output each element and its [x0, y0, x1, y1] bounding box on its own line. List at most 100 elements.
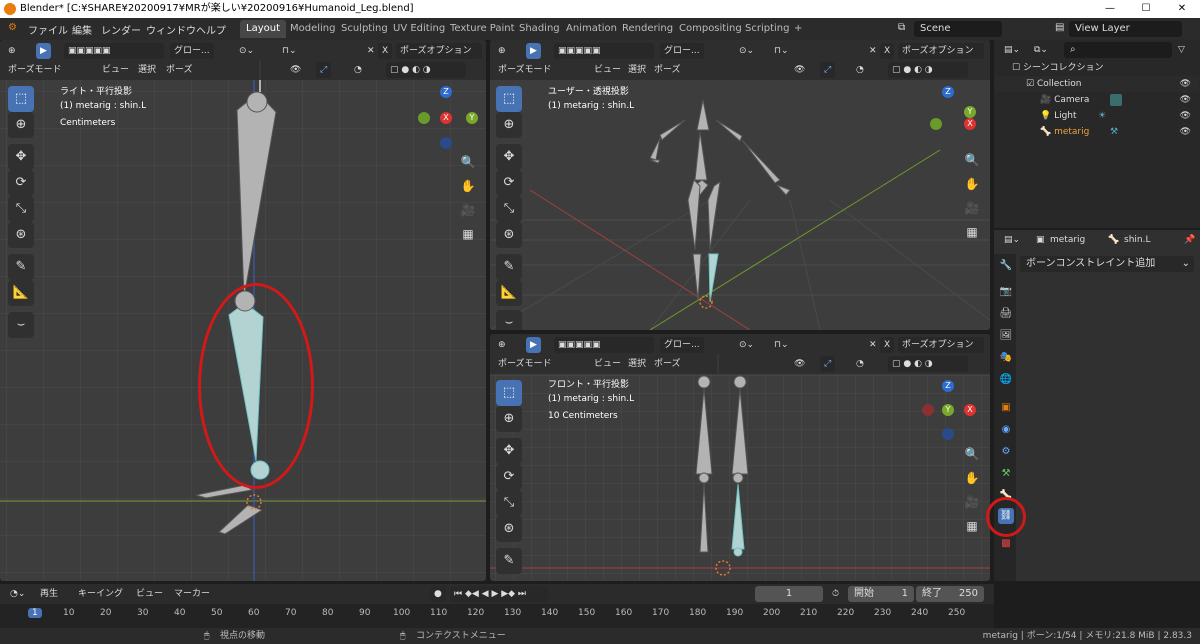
- move-tool[interactable]: ✥: [8, 144, 34, 170]
- select-box-tool[interactable]: ⬚: [8, 86, 34, 112]
- select-box-tool[interactable]: ⬚: [496, 380, 522, 406]
- x-mirror-button[interactable]: X: [880, 43, 895, 59]
- ortho-grid-icon[interactable]: ▦: [458, 224, 478, 244]
- editor-type-icon[interactable]: ⊕: [4, 43, 20, 59]
- editor-type-icon[interactable]: ◔⌄: [6, 586, 29, 602]
- transform-tool[interactable]: ⊛: [8, 222, 34, 248]
- outliner-item-camera[interactable]: 🎥 Camera 👁: [994, 92, 1199, 108]
- x-mirror-button[interactable]: X: [378, 43, 393, 59]
- rotate-tool[interactable]: ⟳: [496, 464, 522, 490]
- gizmo-z-axis[interactable]: Z: [942, 86, 954, 98]
- display-mode-icon[interactable]: ⧉⌄: [1030, 42, 1052, 58]
- zoom-icon[interactable]: 🔍: [962, 444, 982, 464]
- axis-lock-icon[interactable]: ✕: [865, 337, 881, 353]
- mode-dropdown[interactable]: ポーズモード: [4, 62, 66, 78]
- camera-view-icon[interactable]: 🎥: [962, 492, 982, 512]
- tab-animation[interactable]: Animation: [560, 20, 623, 38]
- zoom-icon[interactable]: 🔍: [458, 152, 478, 172]
- add-workspace-button[interactable]: +: [788, 20, 808, 38]
- outliner-search-input[interactable]: ⌕: [1064, 42, 1172, 58]
- end-frame-field[interactable]: 終了 250: [916, 586, 984, 602]
- world-tab-icon[interactable]: 🌐: [998, 372, 1014, 388]
- selection-mode-buttons[interactable]: ▣▣▣▣▣: [554, 337, 654, 353]
- gizmo-z-axis[interactable]: Z: [942, 380, 954, 392]
- minimize-button[interactable]: —: [1092, 0, 1128, 18]
- camera-view-icon[interactable]: 🎥: [962, 198, 982, 218]
- camera-data-icon[interactable]: [1110, 94, 1122, 106]
- visibility-icon[interactable]: 👁: [286, 62, 305, 78]
- annotate-tool[interactable]: ✎: [496, 548, 522, 574]
- cursor-tool[interactable]: ⊕: [496, 112, 522, 138]
- menu-render[interactable]: レンダー: [101, 22, 141, 37]
- mode-dropdown[interactable]: ポーズモード: [494, 356, 556, 372]
- menu-pose[interactable]: ポーズ: [650, 356, 685, 372]
- pose-options-dropdown[interactable]: ポーズオプション: [396, 43, 482, 59]
- editor-type-icon[interactable]: ⊕: [494, 337, 510, 353]
- playback-menu[interactable]: 再生: [36, 586, 62, 602]
- pan-hand-icon[interactable]: ✋: [962, 468, 982, 488]
- transform-orientation-dropdown[interactable]: グロー...: [660, 337, 704, 353]
- viewport-right-ortho[interactable]: ⊕ ▶ ▣▣▣▣▣ グロー... ⊙⌄ ⊓⌄ ✕ X ポーズオプション ポーズモ…: [0, 40, 486, 581]
- transform-tool[interactable]: ⊛: [496, 516, 522, 542]
- tab-uv-editing[interactable]: UV Editing: [387, 20, 451, 38]
- menu-edit[interactable]: 編集: [72, 22, 92, 37]
- axis-lock-icon[interactable]: ✕: [865, 43, 881, 59]
- object-constraint-tab-icon[interactable]: ⚙: [998, 444, 1014, 460]
- record-button[interactable]: ●: [430, 586, 446, 602]
- menu-pose[interactable]: ポーズ: [650, 62, 685, 78]
- editor-type-icon[interactable]: ⊕: [494, 43, 510, 59]
- gizmo-y-axis[interactable]: Y: [964, 106, 976, 118]
- visibility-icon[interactable]: 👁: [790, 356, 809, 372]
- armature-data-tab-icon[interactable]: ⚒: [998, 466, 1014, 482]
- overlay-icon[interactable]: ◔: [350, 62, 366, 78]
- rotate-tool[interactable]: ⟳: [8, 170, 34, 196]
- gizmo-neg-y[interactable]: [418, 112, 430, 124]
- outliner-item-metarig[interactable]: 🦴 metarig ⚒ 👁: [994, 124, 1199, 140]
- perspective-toggle-icon[interactable]: ▦: [962, 222, 982, 242]
- shading-buttons[interactable]: ▢ ● ◐ ◑: [386, 62, 466, 78]
- shading-buttons[interactable]: ▢ ● ◐ ◑: [888, 62, 968, 78]
- output-tab-icon[interactable]: 🖨: [998, 306, 1014, 322]
- snap-icon[interactable]: ⊓⌄: [770, 43, 793, 59]
- light-data-icon[interactable]: ☀: [1098, 108, 1106, 124]
- pin-icon[interactable]: 📌: [1180, 232, 1199, 248]
- tool-tab-icon[interactable]: 🔧: [998, 258, 1014, 274]
- annotate-tool[interactable]: ✎: [8, 254, 34, 280]
- playback-controls[interactable]: ⏮ ◆◀ ◀ ▶ ▶◆ ⏭: [450, 586, 548, 602]
- tab-scripting[interactable]: Scripting: [739, 20, 795, 38]
- object-tab-icon[interactable]: ▣: [998, 400, 1014, 416]
- pivot-icon[interactable]: ⊙⌄: [235, 43, 258, 59]
- pose-options-dropdown[interactable]: ポーズオプション: [898, 43, 984, 59]
- pose-options-dropdown[interactable]: ポーズオプション: [898, 337, 984, 353]
- eye-icon[interactable]: 👁: [1180, 108, 1191, 124]
- move-tool[interactable]: ✥: [496, 144, 522, 170]
- eye-icon[interactable]: 👁: [1180, 124, 1191, 140]
- clock-icon[interactable]: ⏱: [828, 586, 843, 602]
- filter-icon[interactable]: ▽: [1174, 42, 1189, 58]
- pan-hand-icon[interactable]: ✋: [962, 174, 982, 194]
- zoom-icon[interactable]: 🔍: [962, 150, 982, 170]
- eye-icon[interactable]: 👁: [1180, 92, 1191, 108]
- view-layer-tab-icon[interactable]: 🖼: [998, 328, 1014, 344]
- menu-help[interactable]: ヘルプ: [196, 22, 226, 37]
- menu-select[interactable]: 選択: [624, 62, 650, 78]
- menu-view[interactable]: ビュー: [98, 62, 133, 78]
- mode-dropdown[interactable]: ポーズモード: [494, 62, 556, 78]
- gizmo-toggle-icon[interactable]: ⤢: [316, 62, 332, 78]
- cursor-tool[interactable]: ⊕: [496, 406, 522, 432]
- pan-hand-icon[interactable]: ✋: [458, 176, 478, 196]
- armature-data-icon[interactable]: ⚒: [1110, 124, 1118, 140]
- gizmo-neg-z[interactable]: [942, 428, 954, 440]
- render-tab-icon[interactable]: 📷: [998, 284, 1014, 300]
- pivot-icon[interactable]: ⊙⌄: [735, 43, 758, 59]
- measure-tool[interactable]: 📐: [496, 280, 522, 306]
- scene-collection-row[interactable]: ☐ シーンコレクション: [994, 60, 1199, 76]
- relax-pose-tool[interactable]: ⌣: [496, 310, 522, 330]
- select-box-tool[interactable]: ⬚: [496, 86, 522, 112]
- close-button[interactable]: ✕: [1164, 0, 1200, 18]
- pivot-icon[interactable]: ⊙⌄: [735, 337, 758, 353]
- texture-tab-icon[interactable]: ▩: [998, 536, 1014, 552]
- menu-select[interactable]: 選択: [624, 356, 650, 372]
- menu-pose[interactable]: ポーズ: [162, 62, 197, 78]
- gizmo-toggle-icon[interactable]: ⤢: [820, 356, 836, 372]
